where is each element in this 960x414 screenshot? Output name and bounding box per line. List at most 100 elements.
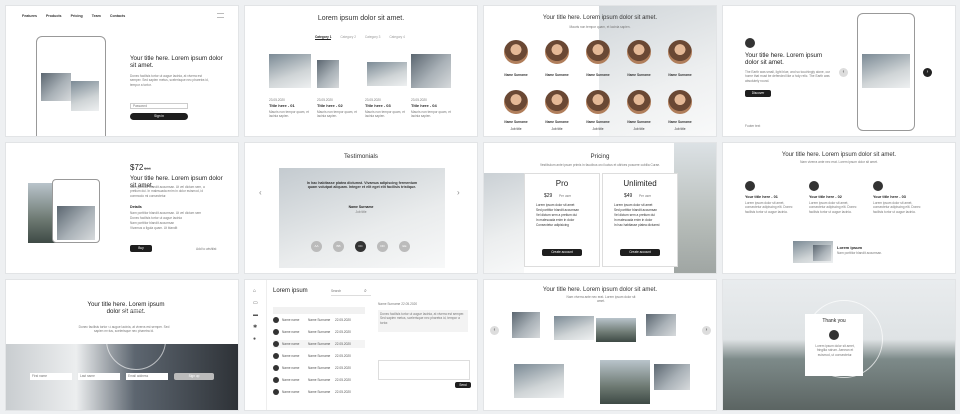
tab-category-2[interactable]: Category 2: [340, 35, 356, 39]
quote-text: In hac habitasse platea dictumst. Vivamu…: [306, 181, 418, 189]
list-item[interactable]: Name name Name Surname 22.05.2020: [273, 316, 365, 324]
slide-team[interactable]: Your title here. Lorem ipsum dolor sit a…: [483, 5, 717, 137]
slide-title: Your title here. Lorem ipsum dolor sit a…: [130, 55, 223, 70]
chat-icon[interactable]: ▭: [253, 300, 258, 306]
arrow-right-icon[interactable]: ›: [702, 326, 711, 335]
nav-contacts[interactable]: Contacts: [110, 14, 125, 18]
last-name-field[interactable]: Last name: [78, 373, 120, 380]
list-item[interactable]: Name name Name Surname 22.05.2020: [273, 328, 365, 336]
list-item[interactable]: Name name Name Surname 22.05.2020: [273, 364, 365, 372]
contact-name: Name name: [282, 366, 300, 370]
contact-name: Name name: [282, 318, 300, 322]
slide-features[interactable]: Your title here. Lorem ipsum dolor sit a…: [722, 142, 956, 274]
slide-dashboard[interactable]: ⌂ ▭ ▬ ✱ ● Lorem ipsum Search ⌕ Name name…: [244, 279, 478, 411]
sign-up-button[interactable]: Sign up: [174, 373, 214, 380]
arrow-left-icon[interactable]: ‹: [839, 68, 848, 77]
team-role: Job title: [592, 127, 604, 131]
list-item[interactable]: Name name Name Surname 22.05.2020: [273, 352, 365, 360]
slide-product[interactable]: $72 $98 Your title here. Lorem ipsum dol…: [5, 142, 239, 274]
email-field[interactable]: Email address: [126, 373, 168, 380]
footer-text: Nam porttitor blandit accumsan.: [837, 251, 882, 255]
avatar[interactable]: DD: [377, 241, 388, 252]
message-text: Donec facilisis tortor ut augue lacinia,…: [380, 312, 465, 325]
buy-button[interactable]: Buy: [130, 245, 152, 252]
avatar: [273, 329, 279, 335]
arrow-left-icon[interactable]: ‹: [490, 326, 499, 335]
details-label: Details: [130, 205, 142, 209]
contact-surname: Name Surname: [308, 366, 331, 370]
feature-title: Your title here - 02: [809, 195, 842, 199]
card-text-1: Mauris non tempor quam, et lacinia sapie…: [269, 110, 309, 119]
menu-icon[interactable]: [217, 13, 224, 18]
gallery-image: [514, 364, 564, 398]
contact-date: 22.05.2020: [335, 366, 351, 370]
nav-team[interactable]: Team: [92, 14, 101, 18]
tab-category-4[interactable]: Category 4: [389, 35, 405, 39]
card-title-1[interactable]: Title here - 01: [269, 103, 295, 108]
card-image-1: [269, 54, 311, 88]
tab-category-1[interactable]: Category 1: [315, 35, 332, 40]
nav-products[interactable]: Products: [46, 14, 62, 18]
team-name: Name Surname: [504, 120, 528, 124]
card-image-2: [317, 60, 339, 88]
slide-app-promo[interactable]: Your title here. Lorem ipsum dolor sit a…: [722, 5, 956, 137]
card-title-2[interactable]: Title here - 02: [317, 103, 343, 108]
send-button[interactable]: Send: [455, 382, 471, 388]
nav-pricing[interactable]: Pricing: [71, 14, 83, 18]
logo-icon: [829, 330, 839, 340]
home-icon[interactable]: ⌂: [253, 288, 256, 294]
card-title-4[interactable]: Title here - 04: [411, 103, 437, 108]
avatar[interactable]: CC: [355, 241, 366, 252]
details-item: Vivamus a ligula quam. Ut blandit: [130, 226, 178, 230]
avatar: [273, 353, 279, 359]
search-icon[interactable]: ⌕: [364, 288, 367, 294]
card-title-3[interactable]: Title here - 03: [365, 103, 391, 108]
slide-categories[interactable]: Lorem ipsum dolor sit amet. Category 1 C…: [244, 5, 478, 137]
contact-date: 22.05.2020: [335, 342, 351, 346]
gallery-image: [600, 360, 650, 404]
chevron-left-icon[interactable]: ‹: [259, 188, 262, 197]
chevron-right-icon[interactable]: ›: [457, 188, 460, 197]
list-item[interactable]: Name name Name Surname 22.05.2020: [273, 388, 365, 396]
phone-image: [862, 54, 910, 88]
avatar[interactable]: BB: [333, 241, 344, 252]
first-name-field[interactable]: First name: [30, 373, 72, 380]
slide-subtitle: Mauris non tempor quam, et lacinia sapie…: [569, 25, 631, 29]
thank-you-text: Lorem ipsum dolor sit amet, fringilla ru…: [815, 344, 855, 357]
sign-in-button[interactable]: Sign in: [130, 113, 188, 120]
team-photo: [668, 40, 692, 64]
slide-signup[interactable]: Your title here. Lorem ipsum dolor sit a…: [5, 279, 239, 411]
create-account-button[interactable]: Create account: [542, 249, 582, 256]
nav-features[interactable]: Features: [22, 14, 37, 18]
wishlist-link[interactable]: Add to wishlist: [196, 247, 216, 251]
team-name: Name Surname: [586, 73, 610, 77]
plan-features: Lorem ipsum dolor sit amet Sed porttitor…: [536, 203, 579, 228]
list-item[interactable]: Name name Name Surname 22.05.2020: [273, 376, 365, 384]
team-role: Job title: [510, 127, 522, 131]
plan-price: $29: [544, 193, 553, 199]
slide-pricing[interactable]: Pricing Vestibulum ante ipsum primis in …: [483, 142, 717, 274]
email-input[interactable]: Password: [130, 103, 188, 109]
category-tabs: Category 1 Category 2 Category 3 Categor…: [315, 35, 405, 40]
contact-surname: Name Surname: [308, 390, 331, 394]
tab-category-3[interactable]: Category 3: [365, 35, 381, 39]
avatar[interactable]: AA: [311, 241, 322, 252]
slide-gallery[interactable]: Your title here. Lorem ipsum dolor sit a…: [483, 279, 717, 411]
avatar[interactable]: EE: [399, 241, 410, 252]
settings-icon[interactable]: ✱: [253, 324, 257, 330]
contact-surname: Name Surname: [308, 318, 331, 322]
plan-period: Per user: [639, 194, 652, 198]
create-account-button[interactable]: Create account: [620, 249, 660, 256]
message-input[interactable]: [378, 360, 470, 380]
list-item[interactable]: Name name Name Surname 22.05.2020: [273, 340, 365, 348]
slide-testimonials[interactable]: Testimonials In hac habitasse platea dic…: [244, 142, 478, 274]
user-icon[interactable]: ●: [253, 336, 256, 342]
discover-button[interactable]: Discover: [745, 90, 771, 97]
team-name: Name Surname: [545, 120, 569, 124]
folder-icon[interactable]: ▬: [253, 312, 258, 318]
slide-landing-phone[interactable]: Features Products Pricing Team Contacts …: [5, 5, 239, 137]
slide-thank-you[interactable]: Thank you Lorem ipsum dolor sit amet, fr…: [722, 279, 956, 411]
message-header: Name Surname 22.05.2020: [378, 302, 418, 306]
arrow-right-icon[interactable]: ›: [923, 68, 932, 77]
feature-item: Consectetur adipisicing: [536, 222, 569, 227]
